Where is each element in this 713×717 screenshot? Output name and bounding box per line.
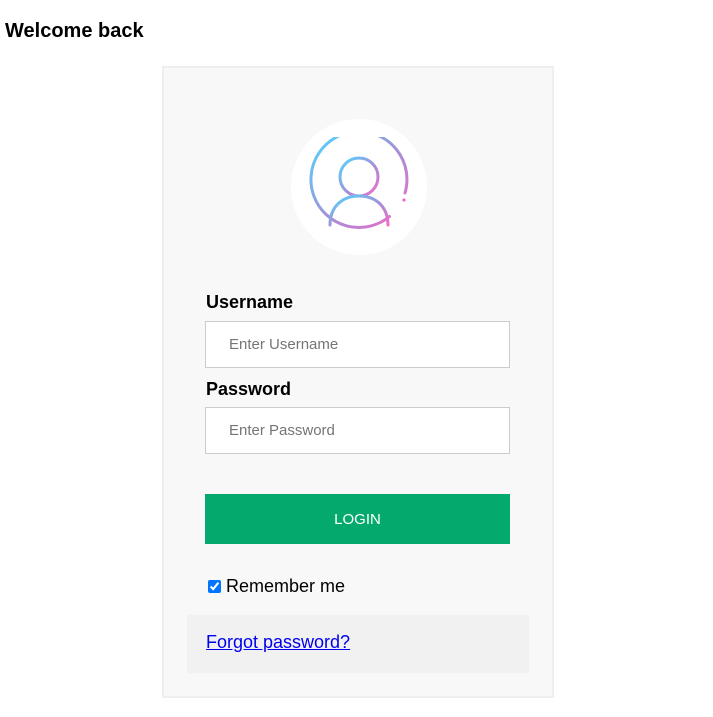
remember-me-row: Remember me — [208, 576, 345, 597]
avatar — [291, 119, 427, 255]
username-label: Username — [206, 292, 294, 312]
password-label: Password — [206, 379, 292, 399]
login-button[interactable]: LOGIN — [205, 494, 510, 544]
page-title: Welcome back — [5, 20, 144, 42]
remember-me-checkbox[interactable] — [208, 580, 221, 593]
user-circle-icon — [309, 137, 409, 229]
forgot-password-link[interactable]: Forgot password? — [206, 632, 350, 653]
form-footer: Forgot password? — [187, 615, 529, 673]
login-card: Username Password LOGIN Remember me Forg… — [162, 66, 554, 698]
password-input[interactable] — [205, 407, 510, 454]
remember-me-label[interactable]: Remember me — [226, 576, 345, 597]
username-input[interactable] — [205, 321, 510, 368]
